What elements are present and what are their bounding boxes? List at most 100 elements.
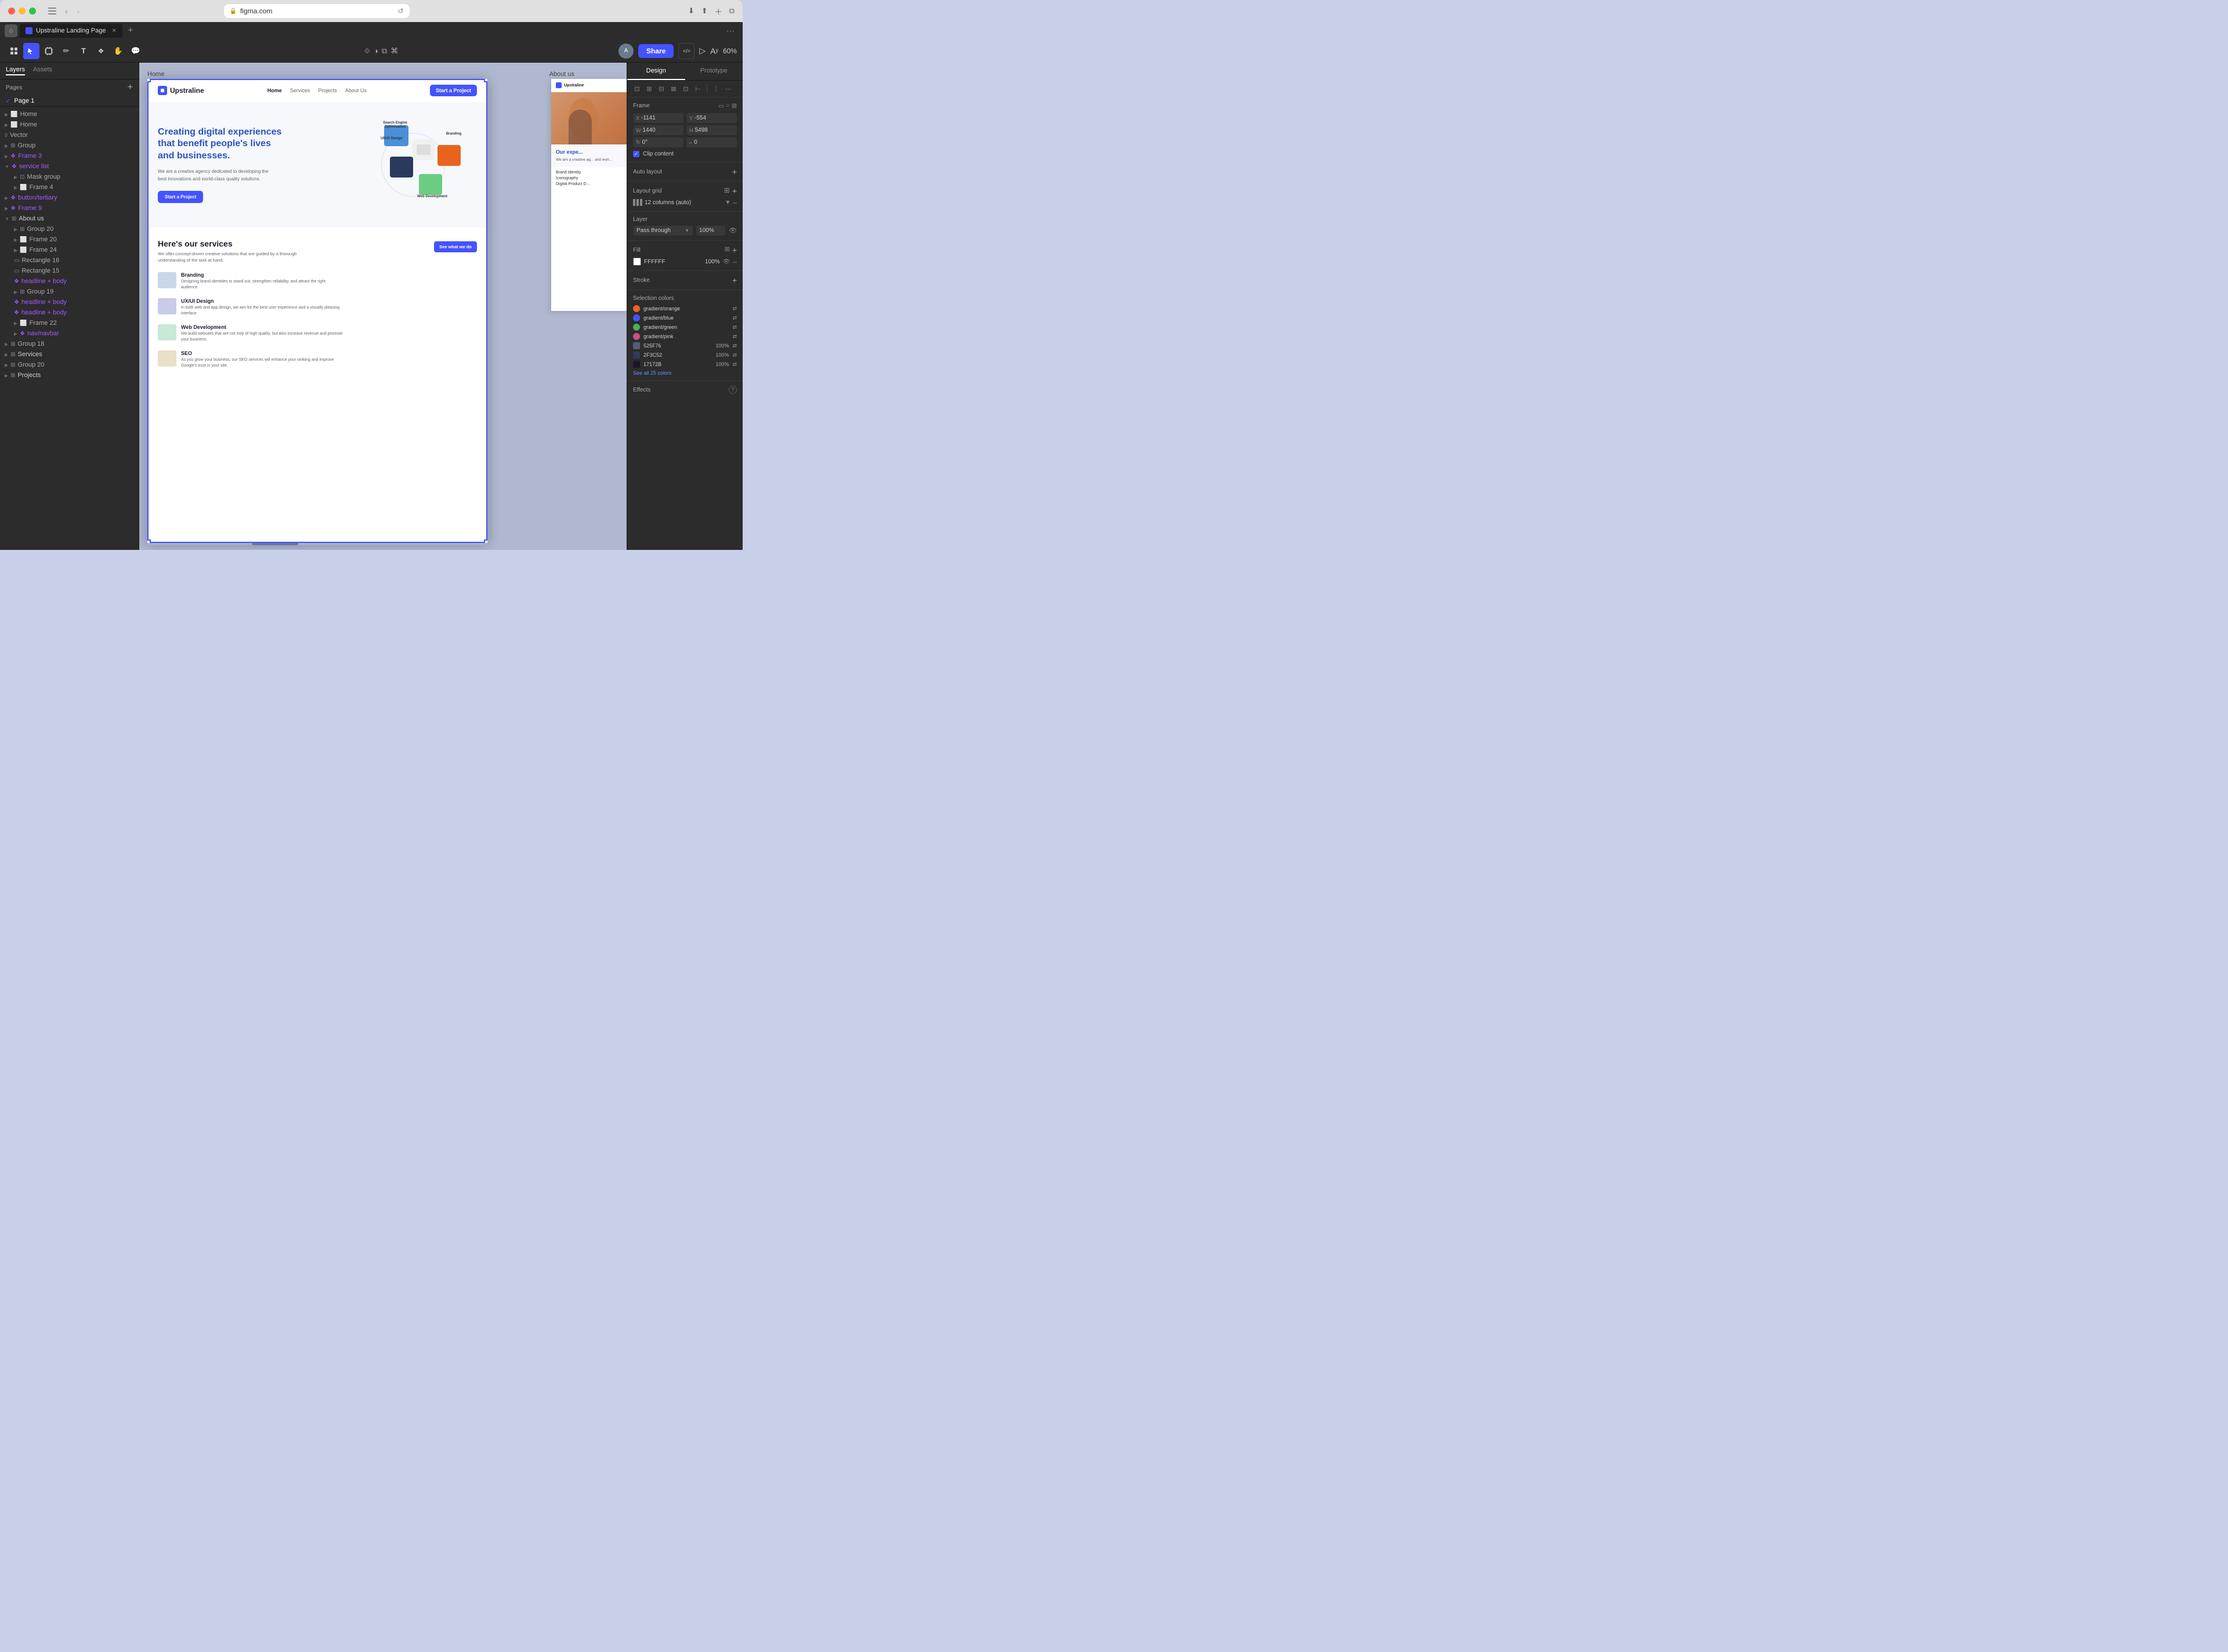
new-tab-icon[interactable]: ＋: [715, 6, 722, 17]
layer-item[interactable]: ❖ headline + body: [0, 307, 139, 318]
layer-item[interactable]: ▭ Rectangle 16: [0, 255, 139, 266]
user-avatar[interactable]: A: [619, 44, 634, 59]
distribute-v-icon[interactable]: ⋯: [723, 84, 733, 94]
layer-item[interactable]: ▶ ⊞ Group 20: [0, 360, 139, 370]
minimize-btn[interactable]: [19, 8, 26, 15]
fill-color-swatch[interactable]: [633, 258, 641, 266]
layer-item-about-us[interactable]: ▼ ⊞ About us: [0, 213, 139, 224]
fill-eye-icon[interactable]: 👁: [723, 259, 730, 265]
comment-tool[interactable]: 💬: [128, 43, 144, 59]
gradient-green-link-icon[interactable]: ⇄: [732, 324, 737, 331]
layer-item[interactable]: ▶ ⬜ Frame 4: [0, 182, 139, 193]
pen-tool[interactable]: ✏: [58, 43, 74, 59]
gradient-orange-swatch[interactable]: [633, 305, 640, 312]
gradient-pink-swatch[interactable]: [633, 333, 640, 340]
grid-minus-icon[interactable]: –: [733, 198, 737, 206]
layer-item[interactable]: ◊ Vector: [0, 130, 139, 140]
gradient-blue-swatch[interactable]: [633, 314, 640, 321]
layer-item[interactable]: ▶ ❖ Frame 3: [0, 151, 139, 161]
close-btn[interactable]: [8, 8, 15, 15]
layer-item-services[interactable]: ▶ ⊞ Services: [0, 349, 139, 360]
layer-item[interactable]: ▶ ⬜ Home: [0, 109, 139, 119]
share-browser-icon[interactable]: ⬆: [701, 6, 708, 16]
auto-layout-add-icon[interactable]: +: [732, 167, 737, 176]
gradient-pink-link-icon[interactable]: ⇄: [732, 334, 737, 340]
layers-tab[interactable]: Layers: [6, 66, 25, 75]
plugin-icon[interactable]: ⌘: [390, 46, 398, 56]
gradient-green-swatch[interactable]: [633, 324, 640, 331]
component-tool[interactable]: ❖: [93, 43, 109, 59]
fill-add-icon[interactable]: +: [732, 245, 737, 255]
scrollbar-thumb[interactable]: [252, 542, 298, 545]
nav-projects[interactable]: Projects: [318, 88, 337, 93]
color-2F3C52-link-icon[interactable]: ⇄: [732, 352, 737, 358]
distribute-h-icon[interactable]: ⋮: [711, 84, 721, 94]
add-page-btn[interactable]: +: [128, 82, 133, 93]
color-17172B-link-icon[interactable]: ⇄: [732, 361, 737, 368]
layer-item-projects[interactable]: ▶ ⊞ Projects: [0, 370, 139, 381]
inspect-btn[interactable]: Aʸ: [710, 46, 718, 56]
layer-item[interactable]: ❖ headline + body: [0, 297, 139, 307]
present-btn[interactable]: ▷: [699, 46, 706, 56]
layer-item[interactable]: ▶ ⊞ Group 19: [0, 287, 139, 297]
nav-home[interactable]: Home: [267, 88, 282, 93]
align-top-icon[interactable]: ⊠: [668, 84, 679, 94]
grid-options-icon[interactable]: ⊞: [724, 186, 730, 195]
layer-item[interactable]: ▶ ❖ nav/navbar: [0, 328, 139, 339]
stroke-add-icon[interactable]: +: [732, 276, 737, 285]
fill-minus-icon[interactable]: –: [733, 258, 737, 266]
fill-options-icon[interactable]: ⊞: [725, 245, 730, 255]
layer-item[interactable]: ▶ ⬜ Frame 24: [0, 245, 139, 255]
tab-close-icon[interactable]: ✕: [111, 28, 116, 34]
color-525F76-swatch[interactable]: [633, 342, 640, 349]
frame-circle-icon[interactable]: ○: [726, 102, 730, 110]
layer-item[interactable]: ▶ ⬜ Frame 22: [0, 318, 139, 328]
main-menu-btn[interactable]: [6, 43, 22, 59]
canvas-scrollbar[interactable]: [147, 542, 487, 545]
nav-forward[interactable]: ›: [75, 5, 82, 17]
gradient-orange-link-icon[interactable]: ⇄: [732, 306, 737, 312]
design-tab[interactable]: Design: [627, 63, 685, 80]
page-item-1[interactable]: ✓ Page 1: [0, 96, 139, 106]
align-right-icon[interactable]: ⊟: [656, 84, 667, 94]
assets-tab[interactable]: Assets: [33, 66, 52, 75]
see-all-colors-link[interactable]: See all 25 colors: [633, 370, 737, 376]
fill-hex-value[interactable]: FFFFFF: [644, 259, 702, 265]
layer-item[interactable]: ▶ ⬜ Frame 20: [0, 234, 139, 245]
tab-bar-more[interactable]: ⋯: [723, 26, 738, 36]
layer-item[interactable]: ▶ ⊞ Group 20: [0, 224, 139, 234]
hand-tool[interactable]: ✋: [110, 43, 126, 59]
address-bar[interactable]: 🔒 figma.com ↺: [224, 4, 410, 18]
layer-visibility-icon[interactable]: 👁: [729, 227, 737, 234]
nav-services[interactable]: Services: [290, 88, 310, 93]
layer-item[interactable]: ▶ ⊡ Mask group: [0, 172, 139, 182]
corner-field[interactable]: ⌐ 0: [686, 137, 737, 147]
layer-item[interactable]: ▭ Rectangle 15: [0, 266, 139, 276]
effects-help-icon[interactable]: ?: [729, 386, 737, 394]
reload-icon[interactable]: ↺: [397, 7, 403, 15]
layer-item-group18[interactable]: ▶ ⊞ Group 18: [0, 339, 139, 349]
blend-mode-dropdown[interactable]: Pass through ▼: [633, 226, 693, 236]
frame-tool[interactable]: [41, 43, 57, 59]
prototype-tab[interactable]: Prototype: [685, 63, 743, 80]
y-field[interactable]: Y -554: [686, 113, 737, 123]
frame-auto-icon[interactable]: ⊞: [732, 102, 737, 110]
tabs-icon[interactable]: ⧉: [729, 6, 735, 16]
opacity-field[interactable]: 100%: [696, 226, 725, 236]
maximize-btn[interactable]: [29, 8, 36, 15]
nav-about[interactable]: About Us: [345, 88, 367, 93]
color-2F3C52-swatch[interactable]: [633, 352, 640, 358]
grid-add-icon[interactable]: +: [732, 186, 737, 195]
w-field[interactable]: W 1440: [633, 125, 683, 135]
layer-item[interactable]: ▶ ❖ button/tertiary: [0, 193, 139, 203]
code-view-btn[interactable]: </>: [678, 43, 695, 59]
sidebar-toggle[interactable]: [46, 6, 58, 16]
new-tab-btn[interactable]: +: [125, 25, 136, 37]
magnify-icon[interactable]: ◑: [374, 46, 378, 55]
hero-cta-btn[interactable]: Start a Project: [158, 191, 203, 203]
download-icon[interactable]: ⬇: [688, 6, 695, 16]
active-tab[interactable]: Upstraline Landing Page ✕: [20, 24, 122, 38]
fill-opacity-value[interactable]: 100%: [705, 259, 720, 265]
align-left-icon[interactable]: ⊡: [632, 84, 642, 94]
clip-checkbox[interactable]: ✓: [633, 151, 639, 157]
